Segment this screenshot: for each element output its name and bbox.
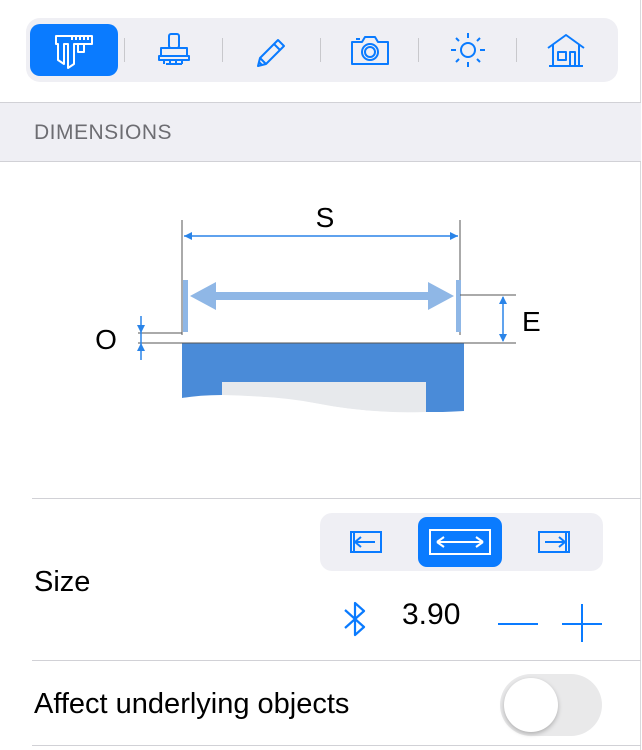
divider: [32, 660, 641, 661]
inspector-panel: DIMENSIONS S O E Size 3.90 Affect underl…: [0, 0, 641, 750]
align-center-button[interactable]: [418, 517, 502, 567]
align-left-button[interactable]: [324, 517, 408, 567]
affect-label: Affect underlying objects: [34, 688, 350, 720]
align-left-icon: [350, 531, 382, 553]
label-s: S: [316, 202, 335, 233]
label-o: O: [95, 324, 117, 355]
section-title: DIMENSIONS: [34, 121, 173, 144]
dimension-diagram: S O E: [95, 202, 541, 414]
house-icon: [547, 34, 585, 67]
link-button[interactable]: [336, 596, 374, 642]
align-right-icon: [538, 531, 570, 553]
minus-icon: [498, 623, 538, 625]
align-center-icon: [429, 529, 491, 555]
plus-icon: [562, 604, 602, 642]
increment-button[interactable]: [558, 600, 606, 644]
label-e: E: [522, 306, 541, 337]
section-header: DIMENSIONS: [0, 102, 641, 162]
bluetooth-icon: [344, 601, 366, 637]
dimensions-tool-button[interactable]: [30, 24, 118, 76]
size-label: Size: [34, 566, 91, 598]
stamp-tool-button[interactable]: [130, 24, 218, 76]
pencil-tool-button[interactable]: [228, 24, 316, 76]
size-value[interactable]: 3.90: [402, 598, 460, 632]
alignment-segmented-control: [320, 513, 603, 571]
affect-toggle[interactable]: [500, 674, 602, 736]
pencil-icon: [257, 39, 285, 67]
decrement-button[interactable]: [494, 600, 542, 644]
camera-tool-button[interactable]: [326, 24, 414, 76]
divider: [32, 498, 641, 499]
align-right-button[interactable]: [512, 517, 596, 567]
camera-icon: [351, 36, 389, 65]
sun-icon: [451, 33, 485, 67]
light-tool-button[interactable]: [424, 24, 512, 76]
toggle-knob: [504, 678, 558, 732]
house-tool-button[interactable]: [522, 24, 610, 76]
tool-toolbar: [26, 18, 618, 82]
stamp-icon: [158, 33, 190, 65]
divider: [32, 745, 641, 746]
caliper-icon: [55, 35, 93, 69]
